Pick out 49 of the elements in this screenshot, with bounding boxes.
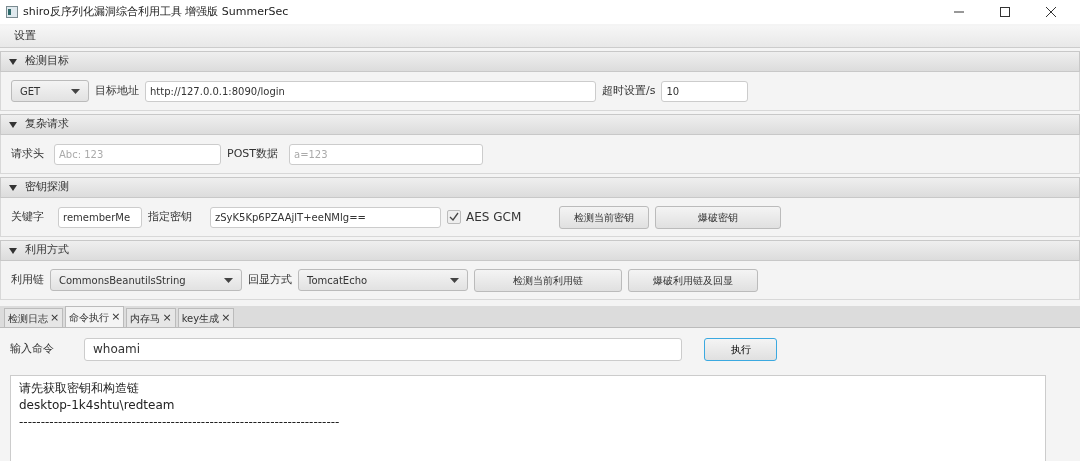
app-icon <box>6 6 18 18</box>
input-field[interactable]: 10 <box>661 80 749 102</box>
input-field[interactable]: Abc: 123 <box>54 143 221 165</box>
field-label: 关键字 <box>11 208 44 225</box>
field-label: 超时设置/s <box>602 82 656 99</box>
output-line: 请先获取密钥和构造链 <box>19 380 140 397</box>
action-button[interactable]: 检测当前利用链 <box>474 268 622 292</box>
menu-item[interactable]: 设置 <box>14 28 36 45</box>
field-label: 目标地址 <box>95 82 139 99</box>
caret-icon <box>224 277 233 283</box>
window-title: shiro反序列化漏洞综合利用工具 增强版 SummerSec <box>23 3 289 20</box>
execute-button[interactable]: 执行 <box>704 337 777 361</box>
input-field[interactable]: http://127.0.0.1:8090/login <box>145 80 596 102</box>
section-title[interactable]: 密钥探测 <box>25 179 69 196</box>
section-title[interactable]: 利用方式 <box>25 242 69 259</box>
input-field[interactable]: a=123 <box>289 143 483 165</box>
dropdown[interactable]: TomcatEcho <box>298 269 468 291</box>
checkbox[interactable] <box>447 210 461 224</box>
tab-close-button[interactable]: × <box>162 309 172 327</box>
section-title[interactable]: 复杂请求 <box>25 116 69 133</box>
dropdown[interactable]: CommonsBeanutilsString <box>50 269 242 291</box>
section-title[interactable]: 检测目标 <box>25 53 69 70</box>
tab-close-button[interactable]: × <box>221 309 231 327</box>
command-field[interactable]: whoami <box>84 337 682 361</box>
checkbox-label: AES GCM <box>466 209 522 226</box>
tab[interactable]: 命令执行 × <box>65 306 125 327</box>
field-label: 指定密钥 <box>148 208 192 225</box>
input-field[interactable]: zSyK5Kp6PZAAjlT+eeNMlg== <box>210 206 441 228</box>
action-button[interactable]: 爆破利用链及回显 <box>628 268 758 292</box>
caret-icon <box>450 277 459 283</box>
action-button[interactable]: 爆破密钥 <box>655 205 782 229</box>
caret-icon <box>71 88 80 94</box>
close-icon[interactable] <box>1046 7 1056 17</box>
tab-close-button[interactable]: × <box>111 308 121 326</box>
field-label: 回显方式 <box>248 271 292 288</box>
field-label: POST数据 <box>227 145 278 162</box>
input-field[interactable]: rememberMe <box>58 206 142 228</box>
maximize-icon[interactable] <box>1000 7 1010 17</box>
dropdown[interactable]: GET <box>11 80 89 102</box>
output-line: desktop-1k4shtu\redteam <box>19 397 176 414</box>
field-label: 输入命令 <box>10 340 54 357</box>
field-label: 请求头 <box>11 145 44 162</box>
tab[interactable]: 检测日志 × <box>4 308 64 327</box>
tab-close-button[interactable]: × <box>50 309 60 327</box>
output-line: -------------------------------------------------------------------------- <box>19 414 341 431</box>
tab[interactable]: key生成 × <box>177 308 235 327</box>
tab[interactable]: 内存马 × <box>126 308 176 327</box>
field-label: 利用链 <box>11 271 44 288</box>
action-button[interactable]: 检测当前密钥 <box>559 205 650 229</box>
